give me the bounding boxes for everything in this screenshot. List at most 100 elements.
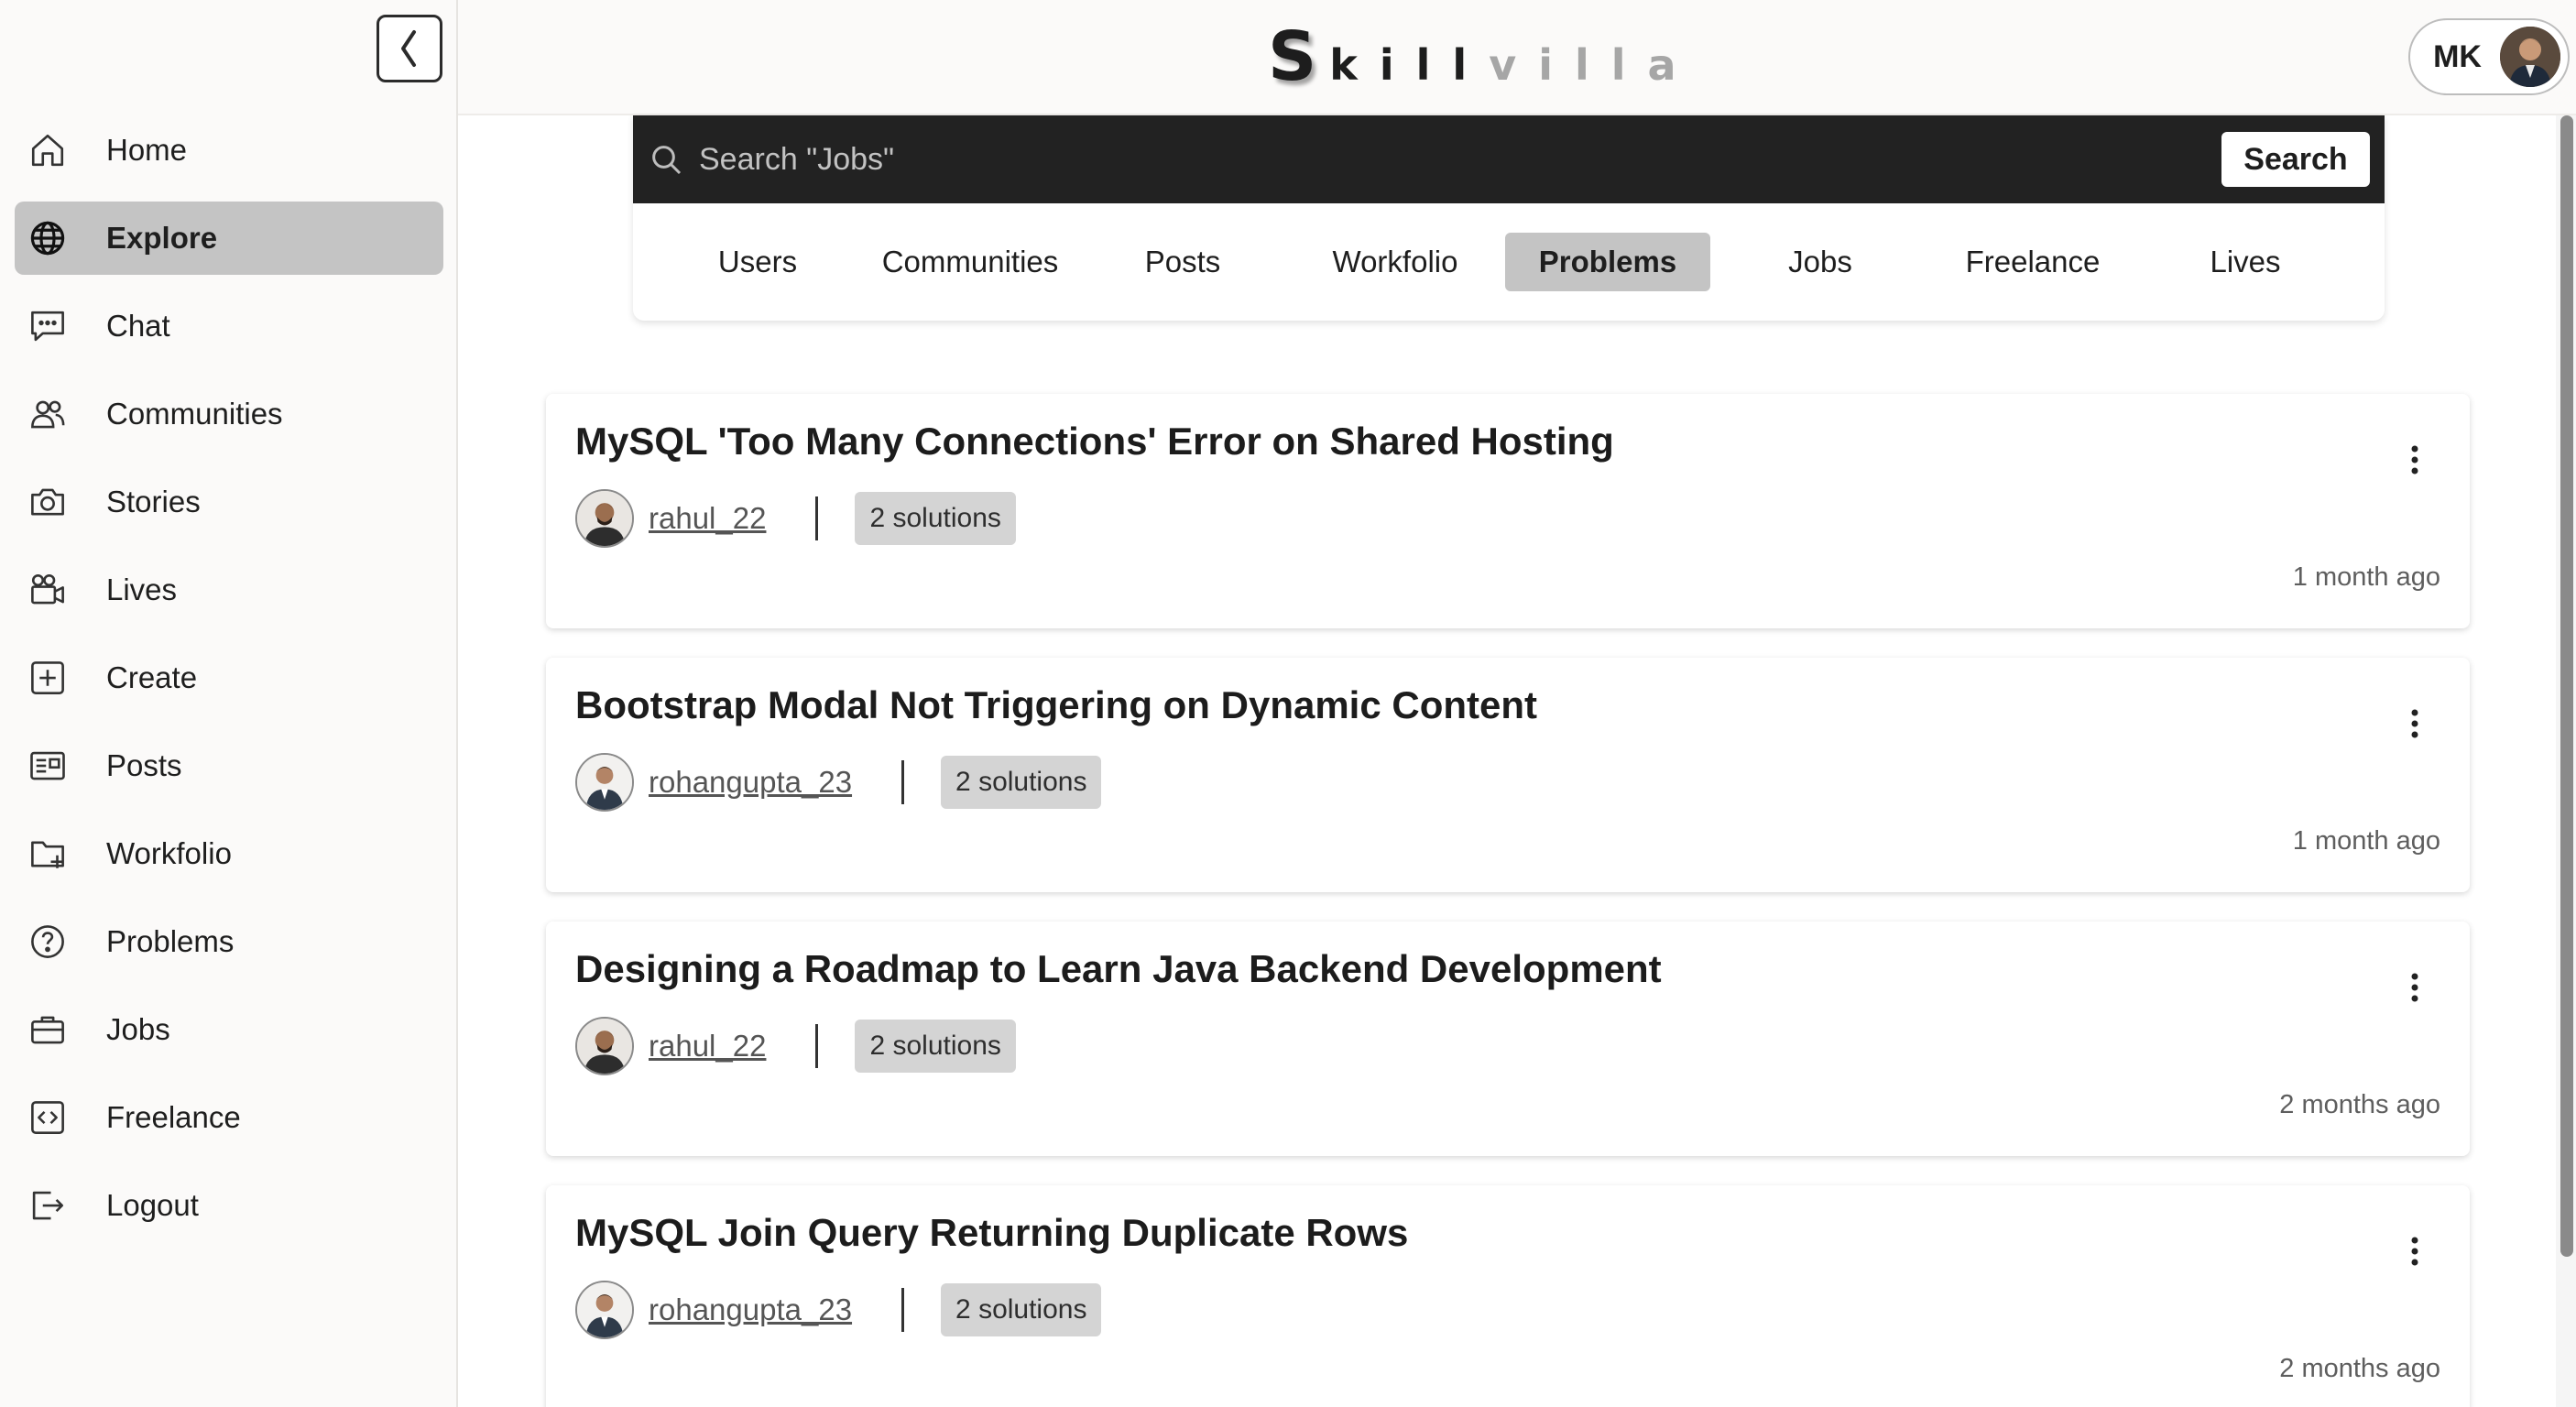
chat-icon bbox=[27, 306, 68, 346]
sidebar-item-chat[interactable]: Chat bbox=[15, 289, 443, 363]
tab-posts[interactable]: Posts bbox=[1080, 233, 1285, 291]
briefcase-icon bbox=[27, 1009, 68, 1050]
sidebar-item-label: Communities bbox=[106, 397, 283, 431]
globe-icon bbox=[27, 218, 68, 258]
user-initials: MK bbox=[2433, 38, 2482, 74]
sidebar-item-problems[interactable]: Problems bbox=[15, 905, 443, 978]
sidebar-item-logout[interactable]: Logout bbox=[15, 1169, 443, 1242]
sidebar-item-communities[interactable]: Communities bbox=[15, 377, 443, 451]
tab-problems[interactable]: Problems bbox=[1505, 233, 1710, 291]
sidebar-item-label: Workfolio bbox=[106, 836, 232, 870]
folder-plus-icon bbox=[27, 834, 68, 874]
video-icon bbox=[27, 570, 68, 610]
problem-meta: rohangupta_23 2 solutions bbox=[575, 753, 1102, 812]
search-bar: Search bbox=[633, 115, 2385, 203]
meta-divider bbox=[901, 760, 905, 804]
sidebar-item-label: Create bbox=[106, 660, 198, 694]
users-icon bbox=[27, 394, 68, 434]
sidebar-item-jobs[interactable]: Jobs bbox=[15, 993, 443, 1066]
author-username[interactable]: rahul_22 bbox=[649, 501, 766, 536]
more-options-button[interactable] bbox=[2400, 436, 2429, 484]
brand-logo-light-part: villa bbox=[1489, 40, 1698, 90]
sidebar-item-label: Logout bbox=[106, 1188, 199, 1222]
sidebar-item-freelance[interactable]: Freelance bbox=[15, 1081, 443, 1154]
search-icon bbox=[652, 146, 682, 175]
author-avatar[interactable] bbox=[575, 1017, 634, 1075]
chevron-left-icon bbox=[401, 30, 416, 67]
category-tabs: Users Communities Posts Workfolio Proble… bbox=[633, 203, 2385, 321]
search-panel: Search Users Communities Posts Workfolio… bbox=[633, 115, 2385, 321]
camera-icon bbox=[27, 482, 68, 522]
problem-timestamp: 2 months ago bbox=[2279, 1090, 2440, 1119]
solutions-badge: 2 solutions bbox=[855, 1020, 1016, 1073]
problem-title[interactable]: Designing a Roadmap to Learn Java Backen… bbox=[575, 947, 1662, 991]
tab-workfolio[interactable]: Workfolio bbox=[1293, 233, 1498, 291]
kebab-menu-icon bbox=[2411, 973, 2418, 1002]
sidebar-item-explore[interactable]: Explore bbox=[15, 202, 443, 275]
user-avatar bbox=[2500, 27, 2560, 87]
solutions-badge: 2 solutions bbox=[855, 492, 1016, 545]
plus-square-icon bbox=[27, 658, 68, 698]
top-bar: S killvilla bbox=[458, 0, 2576, 115]
sidebar-item-label: Explore bbox=[106, 221, 218, 255]
problem-card[interactable]: Designing a Roadmap to Learn Java Backen… bbox=[546, 922, 2470, 1156]
author-avatar[interactable] bbox=[575, 753, 634, 812]
sidebar-item-label: Freelance bbox=[106, 1100, 241, 1134]
search-input[interactable] bbox=[699, 141, 2221, 178]
tab-jobs[interactable]: Jobs bbox=[1718, 233, 1923, 291]
brand-logo-dark-part: kill bbox=[1329, 40, 1490, 90]
author-avatar[interactable] bbox=[575, 1281, 634, 1339]
problem-card[interactable]: MySQL Join Query Returning Duplicate Row… bbox=[546, 1185, 2470, 1407]
solutions-badge: 2 solutions bbox=[941, 1283, 1102, 1336]
problem-card[interactable]: MySQL 'Too Many Connections' Error on Sh… bbox=[546, 394, 2470, 628]
sidebar-item-label: Home bbox=[106, 133, 188, 167]
tab-freelance[interactable]: Freelance bbox=[1930, 233, 2135, 291]
problem-timestamp: 2 months ago bbox=[2279, 1354, 2440, 1383]
brand-logo-wordmark: killvilla bbox=[1329, 28, 1697, 102]
sidebar-item-label: Posts bbox=[106, 748, 182, 782]
collapse-sidebar-button[interactable] bbox=[377, 15, 442, 82]
newspaper-icon bbox=[27, 746, 68, 786]
problem-card[interactable]: Bootstrap Modal Not Triggering on Dynami… bbox=[546, 658, 2470, 892]
sidebar-item-label: Jobs bbox=[106, 1012, 170, 1046]
sidebar-item-label: Lives bbox=[106, 573, 178, 606]
kebab-menu-icon bbox=[2411, 445, 2418, 474]
author-username[interactable]: rohangupta_23 bbox=[649, 765, 852, 800]
sidebar-item-stories[interactable]: Stories bbox=[15, 465, 443, 539]
tab-lives[interactable]: Lives bbox=[2143, 233, 2348, 291]
tab-communities[interactable]: Communities bbox=[868, 233, 1073, 291]
meta-divider bbox=[901, 1288, 905, 1332]
home-icon bbox=[27, 130, 68, 170]
profile-menu-button[interactable]: MK bbox=[2408, 18, 2570, 95]
sidebar-item-create[interactable]: Create bbox=[15, 641, 443, 714]
sidebar-nav: Home Explore Chat Communities Stories Li… bbox=[15, 114, 443, 1257]
brand-logo[interactable]: S killvilla bbox=[1268, 20, 1698, 102]
scrollbar-thumb[interactable] bbox=[2560, 115, 2573, 1257]
more-options-button[interactable] bbox=[2400, 700, 2429, 747]
sidebar-item-posts[interactable]: Posts bbox=[15, 729, 443, 802]
search-button[interactable]: Search bbox=[2221, 132, 2370, 187]
author-avatar[interactable] bbox=[575, 489, 634, 548]
problem-meta: rahul_22 2 solutions bbox=[575, 1017, 1016, 1075]
question-circle-icon bbox=[27, 922, 68, 962]
tab-users[interactable]: Users bbox=[655, 233, 860, 291]
author-username[interactable]: rahul_22 bbox=[649, 1029, 766, 1063]
author-username[interactable]: rohangupta_23 bbox=[649, 1292, 852, 1327]
sidebar-item-home[interactable]: Home bbox=[15, 114, 443, 187]
solutions-badge: 2 solutions bbox=[941, 756, 1102, 809]
code-square-icon bbox=[27, 1097, 68, 1138]
sidebar-item-workfolio[interactable]: Workfolio bbox=[15, 817, 443, 890]
sidebar-item-label: Problems bbox=[106, 924, 235, 958]
more-options-button[interactable] bbox=[2400, 964, 2429, 1011]
logout-icon bbox=[27, 1185, 68, 1226]
sidebar: Home Explore Chat Communities Stories Li… bbox=[0, 0, 458, 1407]
problem-meta: rohangupta_23 2 solutions bbox=[575, 1281, 1102, 1339]
problem-title[interactable]: MySQL 'Too Many Connections' Error on Sh… bbox=[575, 420, 1614, 464]
sidebar-item-lives[interactable]: Lives bbox=[15, 553, 443, 627]
brand-logo-initial: S bbox=[1268, 17, 1317, 96]
problem-title[interactable]: Bootstrap Modal Not Triggering on Dynami… bbox=[575, 683, 1537, 727]
more-options-button[interactable] bbox=[2400, 1227, 2429, 1275]
problem-title[interactable]: MySQL Join Query Returning Duplicate Row… bbox=[575, 1211, 1408, 1255]
meta-divider bbox=[815, 1024, 819, 1068]
kebab-menu-icon bbox=[2411, 709, 2418, 738]
